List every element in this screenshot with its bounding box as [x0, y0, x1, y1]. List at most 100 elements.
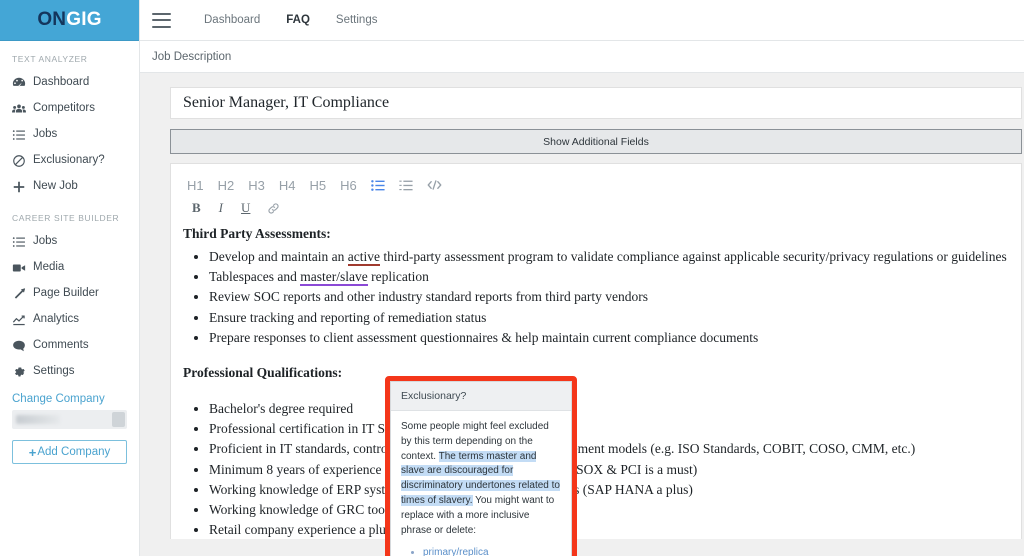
- sidebar-item-comments[interactable]: Comments: [0, 333, 139, 359]
- heading-5-button[interactable]: H5: [303, 175, 334, 195]
- comment-icon: [12, 339, 26, 353]
- jd-text: replication: [368, 269, 429, 284]
- company-select[interactable]: [12, 410, 127, 429]
- list-item: Tablespaces and master/slave replication: [209, 267, 1009, 286]
- sidebar-item-dashboard[interactable]: Dashboard: [0, 70, 139, 96]
- sidebar-item-label: Dashboard: [33, 77, 89, 89]
- jd-text: third-party assessment program to valida…: [380, 249, 1007, 264]
- list-item: Prepare responses to client assessment q…: [209, 328, 1009, 347]
- jd-bullet-list-1: Develop and maintain an active third-par…: [183, 247, 1009, 347]
- underline-button[interactable]: U: [232, 200, 259, 216]
- list-item: Develop and maintain an active third-par…: [209, 247, 1009, 266]
- breadcrumb-item-job-description[interactable]: Job Description: [152, 51, 231, 63]
- top-navigation-bar: Dashboard FAQ Settings: [140, 0, 1024, 41]
- jd-spacer: [183, 386, 1009, 399]
- flagged-term-active[interactable]: active: [348, 249, 380, 266]
- chart-icon: [12, 313, 26, 327]
- list-item: Working knowledge of GRC tools (SAP GRC …: [209, 500, 1009, 519]
- add-company-button[interactable]: + Add Company: [12, 440, 127, 464]
- logo-text: ONGIG: [37, 9, 101, 31]
- jd-bullet-list-2: Bachelor's degree required Professional …: [183, 399, 1009, 539]
- unordered-list-icon[interactable]: [364, 175, 392, 195]
- jd-text: Develop and maintain an: [209, 249, 348, 264]
- page-body: Senior Manager, IT Compliance Show Addit…: [140, 73, 1024, 556]
- breadcrumb: Job Description: [140, 41, 1024, 73]
- jd-section-heading: Third Party Assessments:: [183, 224, 1009, 243]
- page-title: Senior Manager, IT Compliance: [183, 94, 389, 112]
- heading-2-button[interactable]: H2: [211, 175, 242, 195]
- code-icon[interactable]: [420, 175, 449, 195]
- list-icon: [12, 128, 26, 142]
- sidebar-section-title-text-analyzer: TEXT ANALYZER: [0, 41, 139, 70]
- heading-6-button[interactable]: H6: [333, 175, 364, 195]
- sidebar-item-exclusionary[interactable]: Exclusionary?: [0, 148, 139, 174]
- sidebar-item-label: Analytics: [33, 314, 79, 326]
- dashboard-icon: [12, 76, 26, 90]
- tooltip-title: Exclusionary?: [391, 382, 571, 411]
- app-logo[interactable]: ONGIG: [0, 0, 139, 41]
- sidebar-section-title-career-site-builder: CAREER SITE BUILDER: [0, 200, 139, 229]
- sidebar-item-label: Page Builder: [33, 288, 99, 300]
- show-additional-fields-label: Show Additional Fields: [543, 136, 649, 148]
- plus-icon: [12, 180, 26, 194]
- list-item: Bachelor's degree required: [209, 399, 1009, 418]
- heading-4-button[interactable]: H4: [272, 175, 303, 195]
- logo-gig: GIG: [66, 9, 101, 30]
- video-icon: [12, 261, 26, 275]
- plus-icon: +: [29, 446, 37, 459]
- link-icon[interactable]: [259, 202, 288, 215]
- list-icon: [12, 235, 26, 249]
- job-title-field[interactable]: Senior Manager, IT Compliance: [170, 87, 1022, 119]
- jd-text: Tablespaces and: [209, 269, 300, 284]
- app-root: ONGIG TEXT ANALYZER Dashboard Competitor…: [0, 0, 1024, 556]
- suggestion-primary-replica[interactable]: primary/replica: [423, 547, 489, 556]
- flagged-term-master-slave[interactable]: master/slave: [300, 269, 367, 286]
- heading-1-button[interactable]: H1: [183, 175, 211, 195]
- list-item: Ensure tracking and reporting of remedia…: [209, 308, 1009, 327]
- sidebar-item-competitors[interactable]: Competitors: [0, 96, 139, 122]
- topnav-item-faq[interactable]: FAQ: [273, 14, 323, 26]
- sidebar-item-csb-jobs[interactable]: Jobs: [0, 229, 139, 255]
- sidebar: ONGIG TEXT ANALYZER Dashboard Competitor…: [0, 0, 140, 556]
- list-item: Review SOC reports and other industry st…: [209, 287, 1009, 306]
- sidebar-item-media[interactable]: Media: [0, 255, 139, 281]
- list-item: Proficient in IT standards, control fram…: [209, 439, 1009, 458]
- sidebar-item-label: Jobs: [33, 129, 57, 141]
- list-item[interactable]: primary/replica: [423, 546, 561, 556]
- ban-icon: [12, 154, 26, 168]
- list-item: Minimum 8 years of experience doing IT c…: [209, 460, 1009, 479]
- add-company-label: Add Company: [37, 446, 110, 458]
- sidebar-item-label: Competitors: [33, 103, 95, 115]
- sidebar-item-jobs[interactable]: Jobs: [0, 122, 139, 148]
- users-icon: [12, 102, 26, 116]
- sidebar-item-label: New Job: [33, 181, 78, 193]
- topnav-item-settings[interactable]: Settings: [323, 14, 391, 26]
- tooltip-suggestion-list: primary/replica primary/secondary Delete: [401, 546, 561, 556]
- jd-section-heading: Professional Qualifications:: [183, 363, 1009, 382]
- sidebar-item-label: Settings: [33, 366, 75, 378]
- topnav-item-dashboard[interactable]: Dashboard: [191, 14, 273, 26]
- sidebar-item-label: Comments: [33, 340, 89, 352]
- bold-button[interactable]: B: [183, 200, 210, 216]
- show-additional-fields-button[interactable]: Show Additional Fields: [170, 129, 1022, 154]
- content-card-wrapper: Senior Manager, IT Compliance Show Addit…: [170, 87, 1022, 539]
- ordered-list-icon[interactable]: [392, 175, 420, 195]
- chevron-down-icon[interactable]: [112, 412, 125, 427]
- gear-icon: [12, 365, 26, 379]
- editor-toolbar-format: B I U: [183, 196, 1009, 220]
- heading-3-button[interactable]: H3: [241, 175, 272, 195]
- sidebar-item-settings[interactable]: Settings: [0, 359, 139, 385]
- sidebar-item-label: Jobs: [33, 236, 57, 248]
- jd-spacer: [183, 348, 1009, 361]
- exclusionary-tooltip[interactable]: Exclusionary? Some people might feel exc…: [390, 381, 572, 556]
- italic-button[interactable]: I: [210, 200, 232, 216]
- hamburger-icon[interactable]: [152, 13, 171, 28]
- sidebar-item-label: Exclusionary?: [33, 155, 105, 167]
- change-company-link[interactable]: Change Company: [0, 385, 139, 410]
- sidebar-item-analytics[interactable]: Analytics: [0, 307, 139, 333]
- editor-toolbar-headings: H1 H2 H3 H4 H5 H6: [183, 174, 1009, 196]
- job-description-content: Third Party Assessments: Develop and mai…: [183, 220, 1009, 539]
- sidebar-item-page-builder[interactable]: Page Builder: [0, 281, 139, 307]
- job-description-editor[interactable]: H1 H2 H3 H4 H5 H6: [170, 163, 1022, 539]
- sidebar-item-new-job[interactable]: New Job: [0, 174, 139, 200]
